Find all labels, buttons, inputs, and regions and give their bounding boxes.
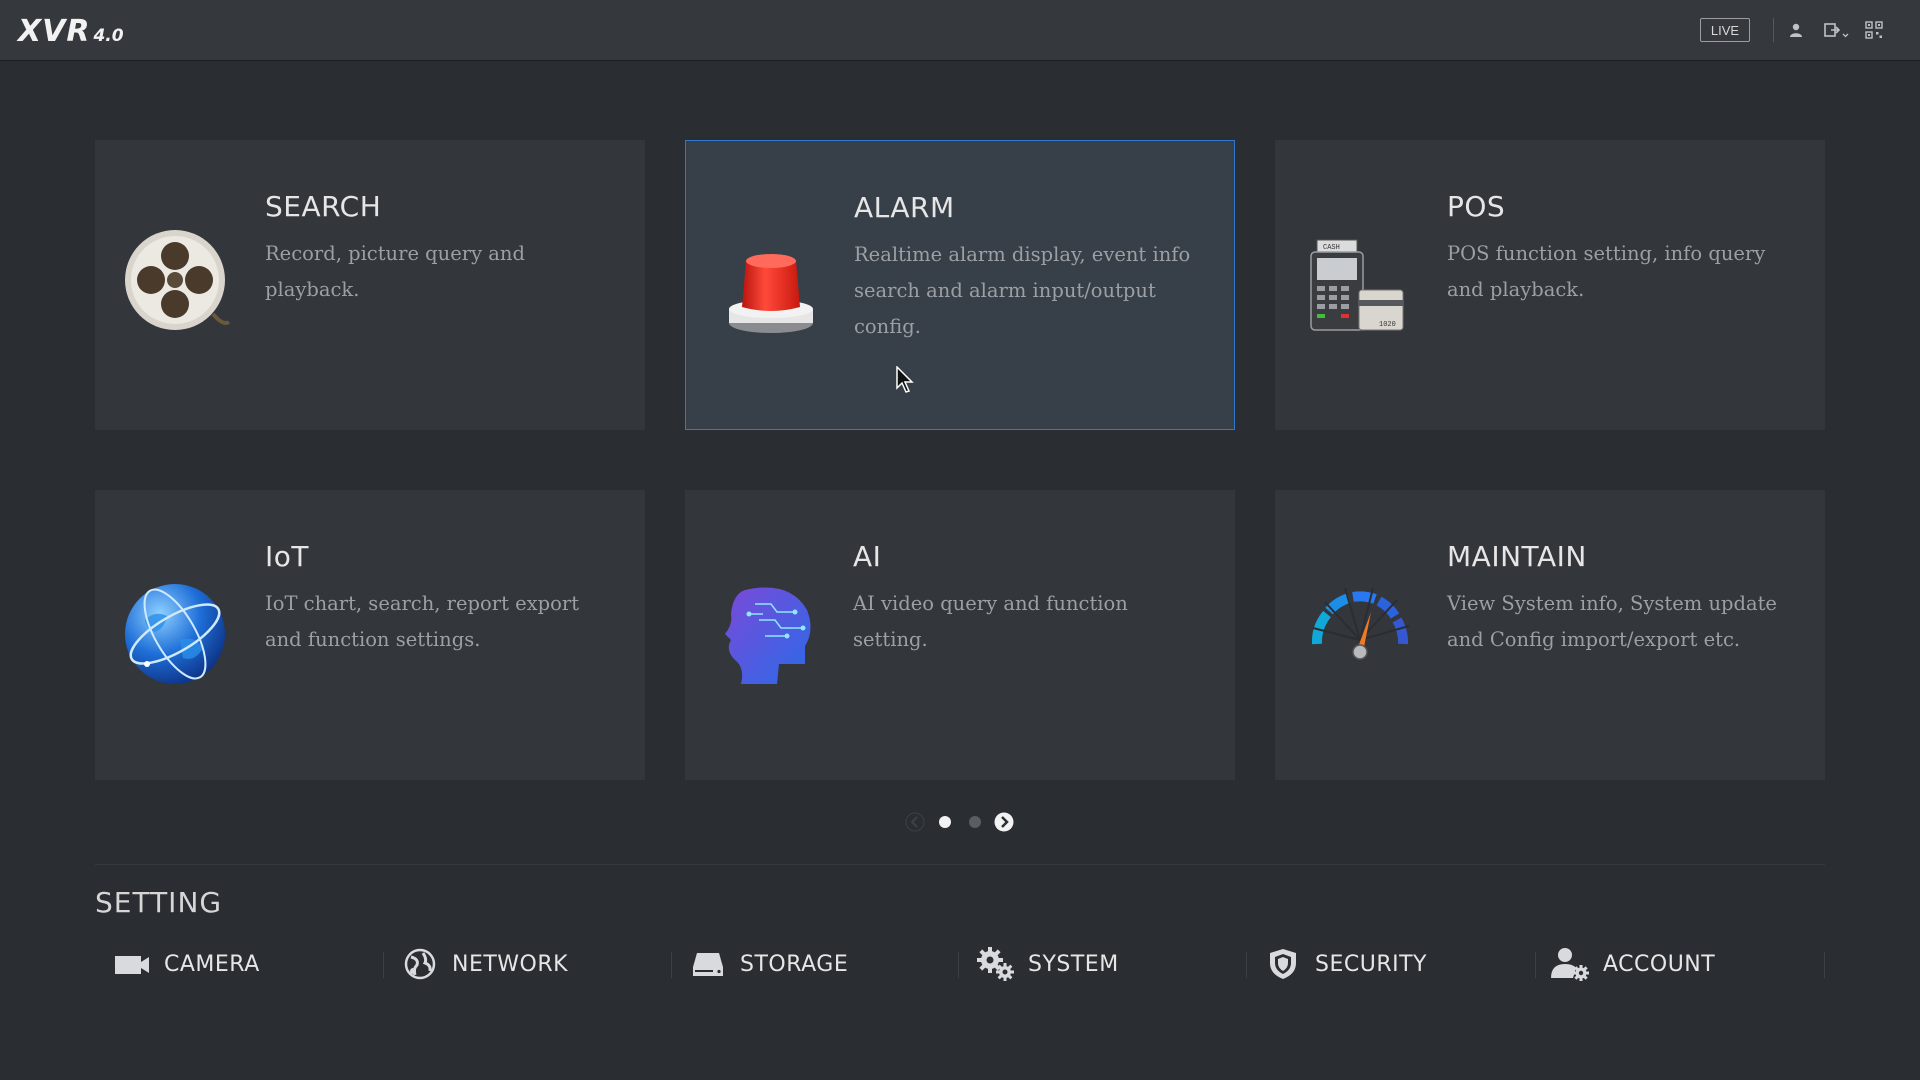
setting-label: SECURITY: [1315, 951, 1427, 977]
card-description: IoT chart, search, report export and fun…: [265, 592, 580, 651]
top-bar: XVR 4.0 LIVE: [0, 0, 1920, 61]
shield-icon: [1263, 944, 1303, 984]
gauge-icon: [1305, 580, 1415, 690]
setting-storage[interactable]: STORAGE: [688, 940, 848, 988]
pager-prev-button[interactable]: [905, 812, 925, 832]
pager-next-button[interactable]: [994, 812, 1014, 832]
iot-card[interactable]: IoT IoT chart, search, report export and…: [95, 490, 645, 780]
card-title: ALARM: [854, 191, 955, 224]
maintain-card[interactable]: MAINTAIN View System info, System update…: [1275, 490, 1825, 780]
setting-separator: [671, 952, 672, 978]
alarm-card[interactable]: ALARM Realtime alarm display, event info…: [685, 140, 1235, 430]
pager-dot-active[interactable]: [939, 816, 951, 828]
setting-title: SETTING: [95, 886, 223, 919]
live-button[interactable]: LIVE: [1700, 18, 1750, 42]
svg-text:CASH: CASH: [1323, 244, 1340, 252]
setting-separator: [383, 952, 384, 978]
setting-label: ACCOUNT: [1603, 951, 1716, 977]
logo-version: 4.0: [93, 26, 124, 46]
setting-label: SYSTEM: [1028, 951, 1119, 977]
gears-icon: [976, 944, 1016, 984]
alarm-light-icon: [716, 231, 826, 341]
card-description: Realtime alarm display, event info searc…: [854, 243, 1191, 338]
ai-card[interactable]: AI AI video query and function setting.: [685, 490, 1235, 780]
card-title: SEARCH: [265, 190, 382, 223]
search-card[interactable]: SEARCH Record, picture query and playbac…: [95, 140, 645, 430]
setting-security[interactable]: SECURITY: [1263, 940, 1427, 988]
setting-camera[interactable]: CAMERA: [112, 940, 260, 988]
setting-system[interactable]: SYSTEM: [976, 940, 1119, 988]
setting-separator: [1246, 952, 1247, 978]
setting-separator: [1535, 952, 1536, 978]
topbar-divider: [1773, 18, 1774, 42]
ai-head-icon: [715, 580, 825, 690]
cash-register-icon: CASH 1020: [1305, 230, 1415, 340]
card-description: POS function setting, info query and pla…: [1447, 242, 1766, 301]
setting-label: NETWORK: [452, 951, 569, 977]
qr-code-icon[interactable]: [1862, 18, 1886, 42]
logo-text: XVR: [18, 14, 91, 49]
user-settings-icon: [1551, 944, 1591, 984]
card-title: MAINTAIN: [1447, 540, 1587, 573]
card-description: Record, picture query and playback.: [265, 242, 525, 301]
camera-icon: [112, 944, 152, 984]
card-description: AI video query and function setting.: [853, 592, 1128, 651]
storage-drive-icon: [688, 944, 728, 984]
user-icon[interactable]: [1784, 18, 1808, 42]
setting-separator: [1824, 952, 1825, 978]
globe-icon: [125, 580, 235, 690]
card-title: AI: [853, 540, 882, 573]
network-globe-icon: [400, 944, 440, 984]
logout-icon[interactable]: [1822, 18, 1852, 42]
app-logo: XVR 4.0: [18, 12, 124, 48]
card-title: IoT: [265, 540, 309, 573]
setting-network[interactable]: NETWORK: [400, 940, 568, 988]
card-title: POS: [1447, 190, 1506, 223]
setting-label: CAMERA: [164, 951, 260, 977]
setting-separator: [958, 952, 959, 978]
svg-text:1020: 1020: [1379, 321, 1396, 329]
setting-label: STORAGE: [740, 951, 849, 977]
section-divider: [95, 864, 1825, 865]
card-description: View System info, System update and Conf…: [1447, 592, 1777, 651]
film-reel-icon: [125, 230, 235, 340]
pager-dot[interactable]: [969, 816, 981, 828]
mouse-cursor-icon: [896, 365, 916, 396]
setting-account[interactable]: ACCOUNT: [1551, 940, 1715, 988]
pos-card[interactable]: CASH 1020 POS POS function setting, info…: [1275, 140, 1825, 430]
